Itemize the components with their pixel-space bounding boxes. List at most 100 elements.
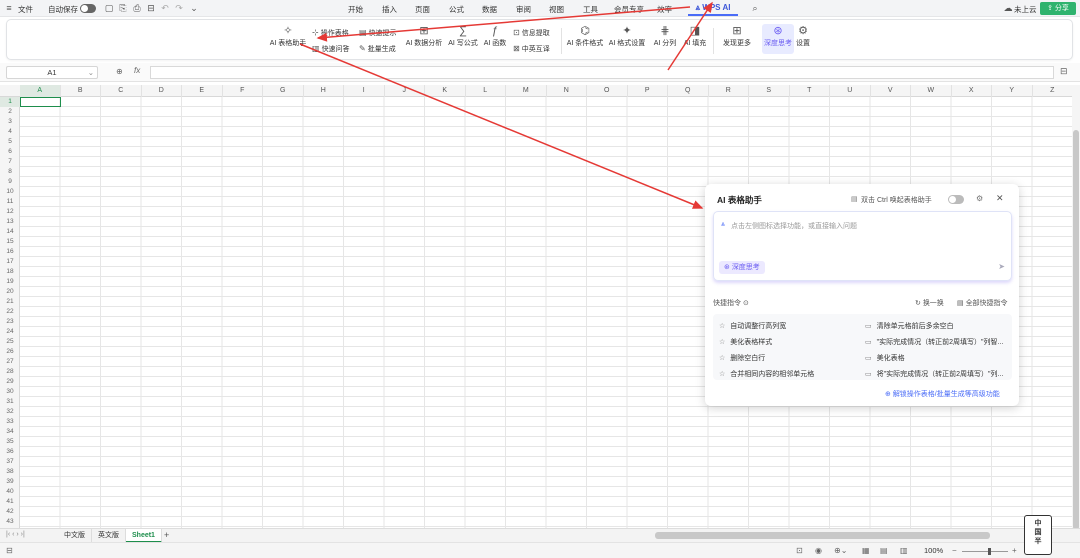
zoom-slider-handle[interactable] bbox=[988, 548, 991, 555]
row-header[interactable]: 26 bbox=[0, 347, 20, 357]
row-header[interactable]: 31 bbox=[0, 397, 20, 407]
info-extract-button[interactable]: ⊡ 信息提取 bbox=[513, 28, 550, 38]
autosave-toggle[interactable] bbox=[80, 4, 96, 13]
row-header[interactable]: 2 bbox=[0, 107, 20, 117]
gear-icon[interactable]: ⚙ bbox=[976, 194, 983, 203]
horizontal-scrollbar[interactable] bbox=[655, 532, 990, 539]
column-header-k[interactable]: K bbox=[425, 85, 466, 97]
column-header-e[interactable]: E bbox=[182, 85, 223, 97]
close-icon[interactable]: ✕ bbox=[996, 193, 1004, 204]
row-header[interactable]: 32 bbox=[0, 407, 20, 417]
row-header[interactable]: 9 bbox=[0, 177, 20, 187]
row-header[interactable]: 17 bbox=[0, 257, 20, 267]
column-header-b[interactable]: B bbox=[61, 85, 101, 97]
page-layout-icon[interactable]: ▤ bbox=[880, 546, 888, 555]
deep-think-button[interactable]: ⊛ 深度思考 bbox=[762, 24, 794, 54]
row-header[interactable]: 34 bbox=[0, 427, 20, 437]
expand-icon[interactable]: ⊟ bbox=[1060, 66, 1068, 77]
cloud-status[interactable]: 未上云 bbox=[1014, 4, 1037, 15]
sheet-tab[interactable]: 英文版 bbox=[92, 529, 126, 543]
tab-insert[interactable]: 插入 bbox=[382, 4, 397, 15]
sheet-tab-active[interactable]: Sheet1 bbox=[126, 529, 162, 543]
fx-icon[interactable]: fx bbox=[134, 66, 140, 75]
quick-commands-label[interactable]: 快捷指令 ⊙ bbox=[713, 298, 749, 308]
column-header-c[interactable]: C bbox=[101, 85, 142, 97]
column-header-a[interactable]: A bbox=[20, 85, 61, 97]
chevron-down-icon[interactable]: ⌄ bbox=[189, 3, 199, 13]
tab-formula[interactable]: 公式 bbox=[449, 4, 464, 15]
quick-item[interactable]: ☆ 合并相同内容的相邻单元格 bbox=[719, 369, 814, 379]
redo-icon[interactable]: ↷ bbox=[174, 3, 184, 13]
row-header[interactable]: 28 bbox=[0, 367, 20, 377]
column-header-n[interactable]: N bbox=[547, 85, 587, 97]
tab-home[interactable]: 开始 bbox=[348, 4, 363, 15]
row-header[interactable]: 33 bbox=[0, 417, 20, 427]
fast-ask-button[interactable]: ▥ 快速问答 bbox=[312, 44, 350, 54]
tab-page[interactable]: 页面 bbox=[415, 4, 430, 15]
tab-view[interactable]: 视图 bbox=[549, 4, 564, 15]
tab-wps-ai[interactable]: ⩓ WPS AI bbox=[688, 1, 738, 16]
ai-table-helper-button[interactable]: ✧ AI 表格助手 bbox=[269, 24, 307, 48]
add-sheet-icon[interactable]: + bbox=[164, 530, 169, 540]
row-header[interactable]: 11 bbox=[0, 197, 20, 207]
row-header[interactable]: 14 bbox=[0, 227, 20, 237]
share-button[interactable]: ⇪ 分享 bbox=[1040, 2, 1076, 15]
row-header[interactable]: 35 bbox=[0, 437, 20, 447]
name-box[interactable]: A1 ⌄ bbox=[6, 66, 98, 79]
column-header-t[interactable]: T bbox=[790, 85, 830, 97]
question-input[interactable]: ⩓ 点击左侧图标选择功能，或直接输入问题 ⊛ 深度思考 ➤ bbox=[713, 211, 1012, 281]
discover-more-button[interactable]: ⊞ 发现更多 bbox=[717, 24, 757, 48]
row-header[interactable]: 4 bbox=[0, 127, 20, 137]
menu-icon[interactable]: ≡ bbox=[4, 3, 14, 13]
row-header[interactable]: 36 bbox=[0, 447, 20, 457]
row-header[interactable]: 39 bbox=[0, 477, 20, 487]
ai-fill-button[interactable]: ◨ AI 填充 bbox=[681, 24, 709, 48]
column-header-q[interactable]: Q bbox=[668, 85, 709, 97]
column-header-r[interactable]: R bbox=[709, 85, 749, 97]
column-header-x[interactable]: X bbox=[952, 85, 992, 97]
row-header[interactable]: 15 bbox=[0, 237, 20, 247]
row-header[interactable]: 19 bbox=[0, 277, 20, 287]
ai-conditional-format-button[interactable]: ⌬ AI 条件格式 bbox=[565, 24, 605, 48]
row-header[interactable]: 42 bbox=[0, 507, 20, 517]
tab-member[interactable]: 会员专享 bbox=[614, 4, 644, 15]
batch-generate-button[interactable]: ✎ 批量生成 bbox=[359, 44, 396, 54]
row-header[interactable]: 38 bbox=[0, 467, 20, 477]
quick-item[interactable]: ☆ 删除空白行 bbox=[719, 353, 765, 363]
row-header[interactable]: 20 bbox=[0, 287, 20, 297]
zoom-slider[interactable] bbox=[962, 551, 1008, 552]
row-header[interactable]: 1 bbox=[0, 97, 20, 107]
column-header-y[interactable]: Y bbox=[992, 85, 1033, 97]
row-header[interactable]: 12 bbox=[0, 207, 20, 217]
row-header[interactable]: 18 bbox=[0, 267, 20, 277]
eye-icon[interactable]: ◉ bbox=[815, 546, 822, 555]
ai-split-button[interactable]: ⋕ AI 分列 bbox=[651, 24, 679, 48]
double-ctrl-toggle[interactable] bbox=[948, 195, 964, 204]
quick-item[interactable]: ▭ 美化表格 bbox=[865, 353, 905, 363]
zoom-out-icon[interactable]: − bbox=[952, 546, 957, 555]
zoom-lens-icon[interactable]: ⊕ bbox=[116, 67, 123, 76]
unlock-advanced-link[interactable]: ⊕ 解锁操作表格/批量生成等高级功能 bbox=[885, 389, 1000, 399]
tab-nav-icon[interactable]: |‹ ‹ › ›| bbox=[6, 531, 25, 538]
column-header-h[interactable]: H bbox=[304, 85, 344, 97]
row-header[interactable]: 6 bbox=[0, 147, 20, 157]
column-header-u[interactable]: U bbox=[830, 85, 871, 97]
sheet-tab[interactable]: 中文版 bbox=[58, 529, 92, 543]
ai-write-formula-button[interactable]: ∑ AI 写公式 bbox=[447, 24, 479, 48]
vertical-scrollbar[interactable] bbox=[1072, 85, 1080, 530]
column-header-f[interactable]: F bbox=[223, 85, 263, 97]
sidebar-toggle-icon[interactable]: ⊟ bbox=[6, 546, 13, 555]
row-header[interactable]: 22 bbox=[0, 307, 20, 317]
tab-data[interactable]: 数据 bbox=[482, 4, 497, 15]
view-mode-icon[interactable]: ⊕⌄ bbox=[834, 546, 847, 555]
row-header[interactable]: 40 bbox=[0, 487, 20, 497]
row-header[interactable]: 7 bbox=[0, 157, 20, 167]
row-header[interactable]: 23 bbox=[0, 317, 20, 327]
print-icon[interactable]: ⎙ bbox=[132, 3, 142, 13]
quick-item[interactable]: ▭ 清除单元格前后多余空白 bbox=[865, 321, 954, 331]
all-quick-commands-button[interactable]: ▤ 全部快捷指令 bbox=[957, 298, 1008, 308]
column-header-i[interactable]: I bbox=[344, 85, 385, 97]
undo-icon[interactable]: ↶ bbox=[160, 3, 170, 13]
row-header[interactable]: 25 bbox=[0, 337, 20, 347]
column-header-w[interactable]: W bbox=[911, 85, 952, 97]
